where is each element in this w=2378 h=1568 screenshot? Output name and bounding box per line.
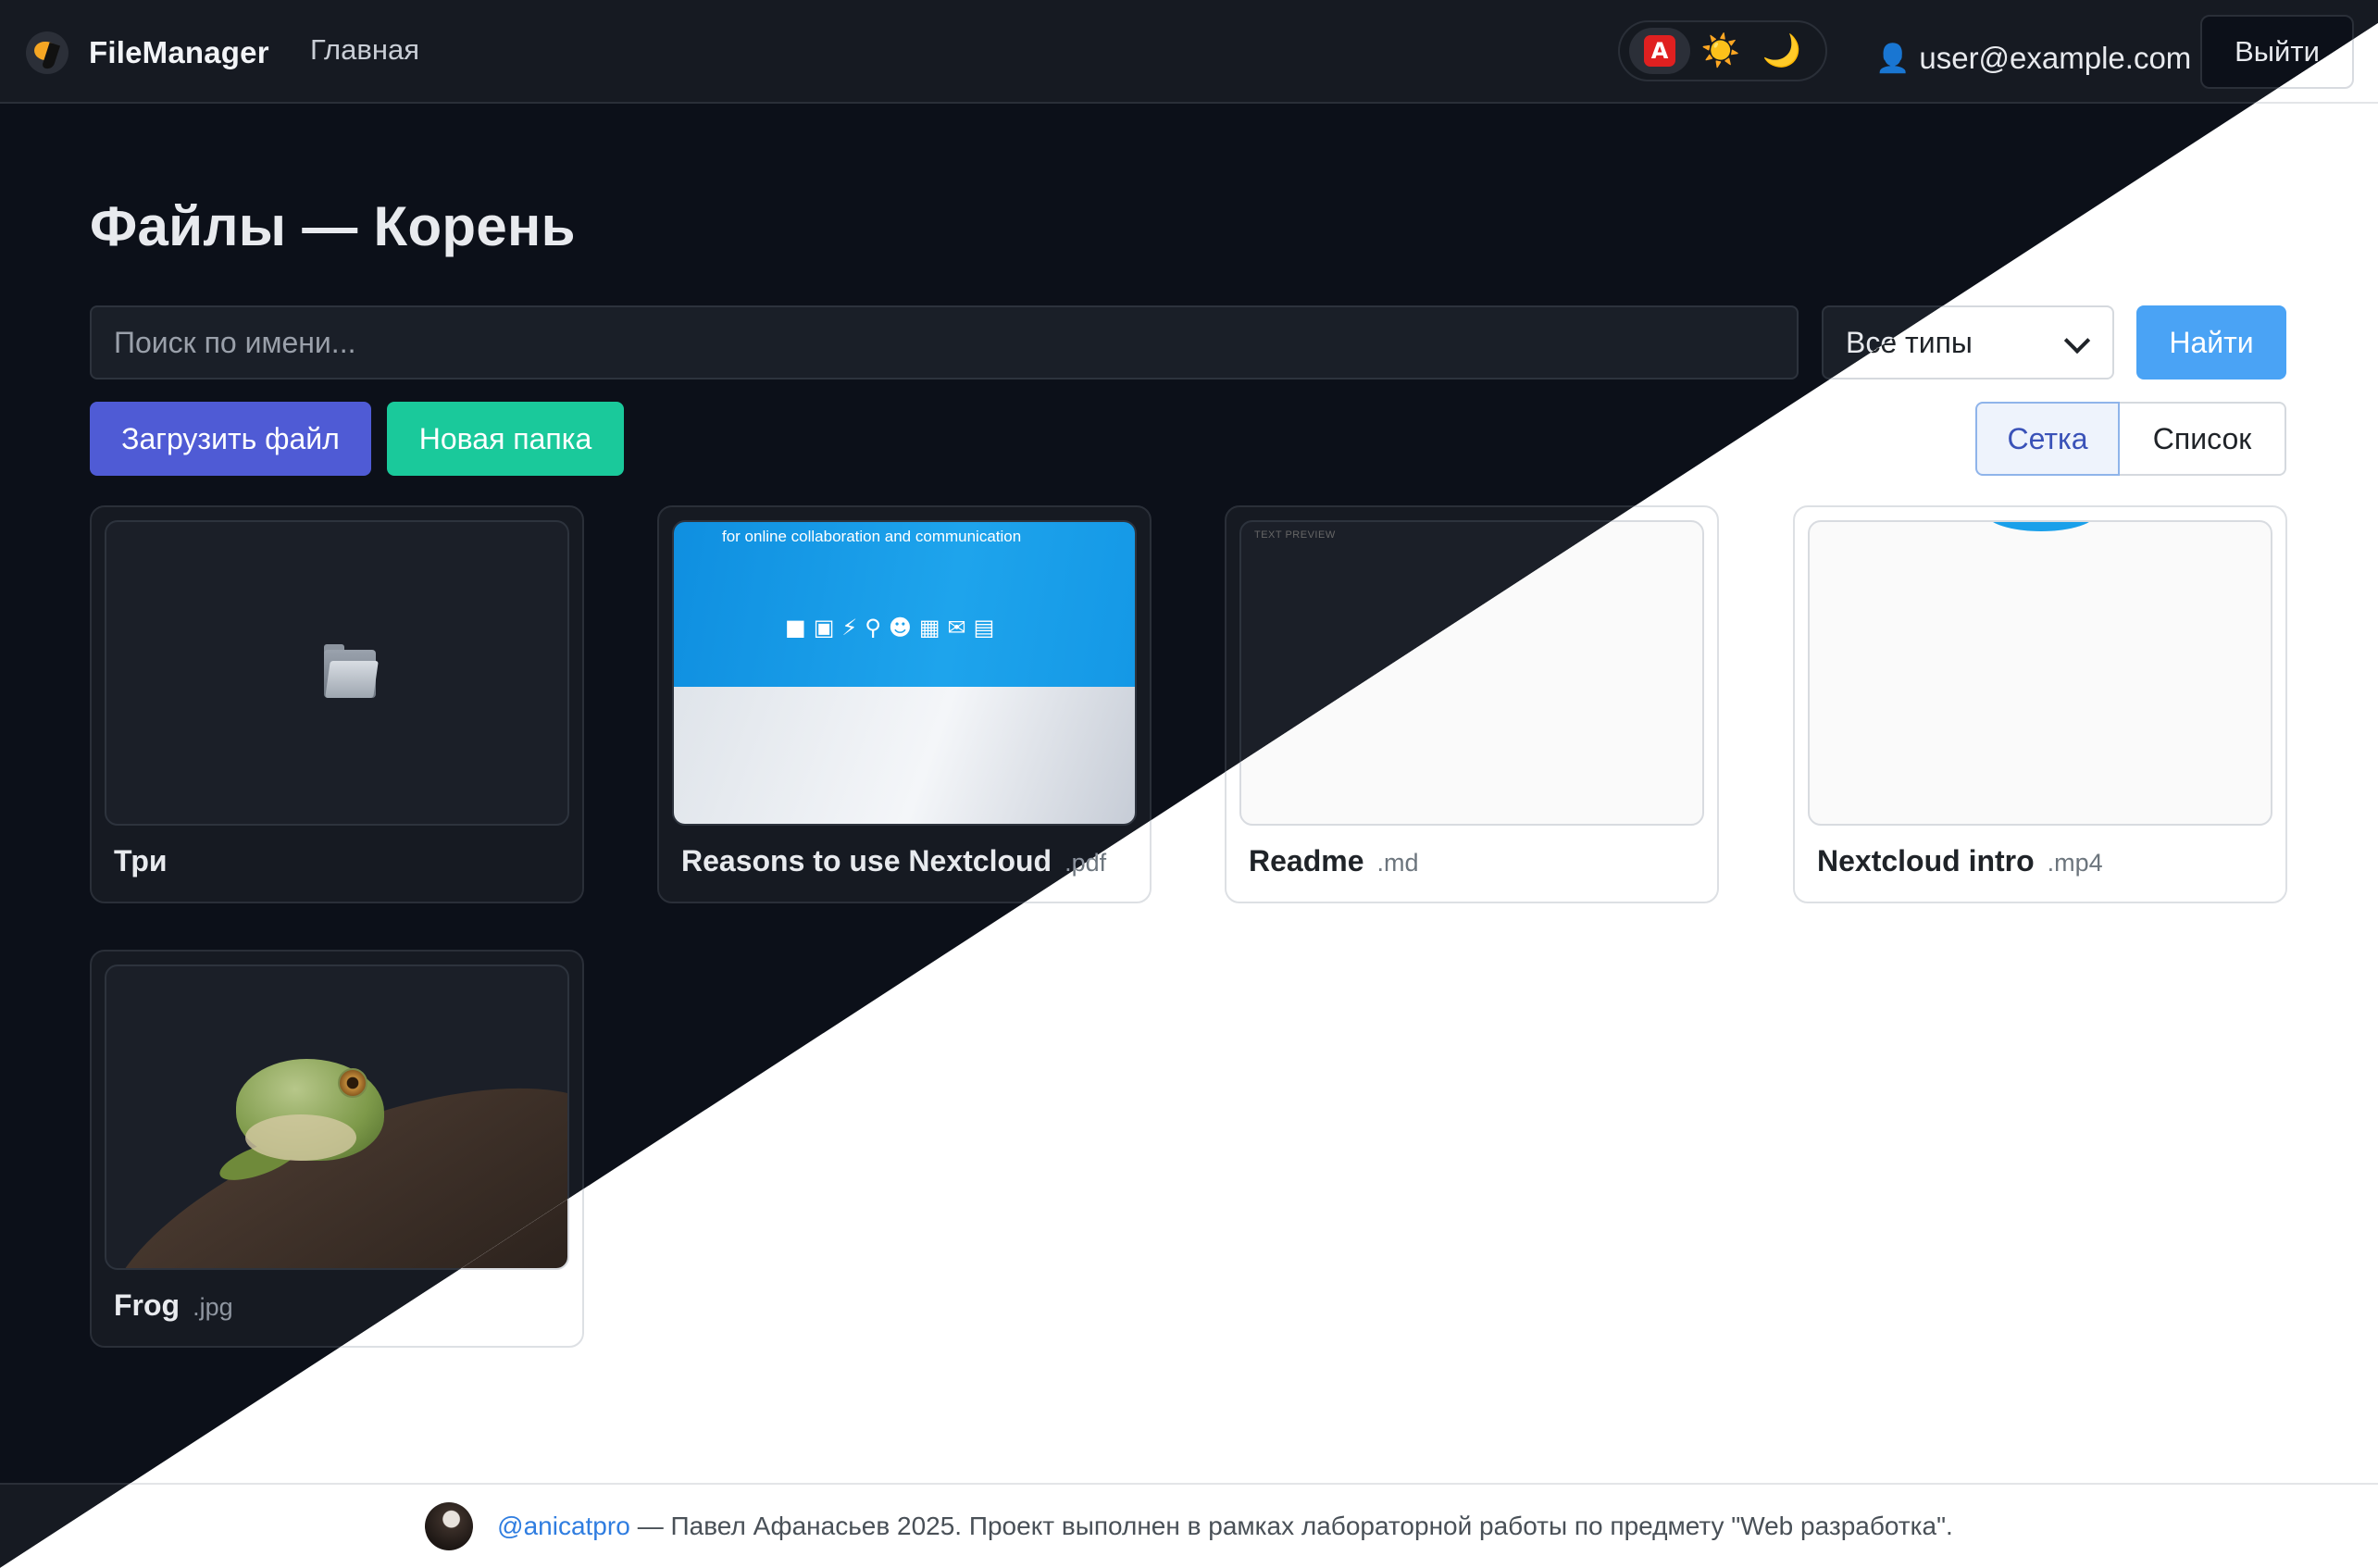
view-grid-button[interactable]: Сетка <box>1975 402 2120 476</box>
file-card-video[interactable]: Nextcloud intro .mp4 <box>1793 505 2287 903</box>
brand-logo-icon <box>26 31 68 74</box>
folder-thumbnail <box>105 520 569 826</box>
text-preview-label: TEXT PREVIEW <box>1254 529 1336 541</box>
file-card-pdf[interactable]: for online collaboration and communicati… <box>657 505 1152 903</box>
find-button[interactable]: Найти <box>2136 305 2286 380</box>
theme-dark-button[interactable]: 🌙 <box>1751 28 1812 74</box>
file-ext: .mp4 <box>2047 849 2103 877</box>
new-folder-button[interactable]: Новая папка <box>387 402 624 476</box>
navbar: FileManager Главная A ☀️ 🌙 👤 user@exampl… <box>0 0 2378 104</box>
file-name: Reasons to use Nextcloud <box>681 844 1052 877</box>
user-icon: 👤 <box>1875 42 1911 75</box>
pdf-preview-text: for online collaboration and communicati… <box>722 528 1022 545</box>
brand-name: FileManager <box>89 35 269 69</box>
pdf-app-icons: ■▣⚡⚲☻▦✉▤ <box>785 615 995 641</box>
file-name: Readme <box>1249 844 1364 877</box>
view-toggle: Сетка Список <box>1975 402 2286 476</box>
moon-icon: 🌙 <box>1762 33 1802 68</box>
auto-theme-icon: A <box>1644 35 1675 67</box>
file-name: Три <box>114 844 168 877</box>
user-email: user@example.com <box>1919 41 2192 75</box>
page-title: Файлы — Корень <box>90 195 576 257</box>
file-card-folder[interactable]: Три <box>90 505 584 903</box>
author-avatar <box>425 1502 474 1550</box>
video-thumbnail <box>1808 520 2272 826</box>
theme-toggle: A ☀️ 🌙 <box>1618 20 1827 81</box>
pdf-thumbnail: for online collaboration and communicati… <box>672 520 1137 826</box>
file-ext: .md <box>1376 849 1419 877</box>
folder-icon <box>324 644 379 698</box>
nav-link-home[interactable]: Главная <box>310 33 419 67</box>
image-thumbnail <box>105 964 569 1270</box>
file-name: Frog <box>114 1288 181 1322</box>
footer: @anicatpro — Павел Афанасьев 2025. Проек… <box>0 1483 2378 1568</box>
file-name: Nextcloud intro <box>1817 844 2035 877</box>
author-link[interactable]: @anicatpro <box>497 1512 630 1541</box>
search-input[interactable] <box>90 305 1799 380</box>
theme-light-button[interactable]: ☀️ <box>1690 28 1751 74</box>
brand[interactable]: FileManager <box>26 28 269 78</box>
theme-auto-button[interactable]: A <box>1629 28 1690 74</box>
chevron-down-icon <box>2063 327 2091 355</box>
upload-file-button[interactable]: Загрузить файл <box>90 402 371 476</box>
user-info: 👤 user@example.com <box>1875 41 2191 76</box>
view-list-button[interactable]: Список <box>2120 402 2286 476</box>
sun-icon: ☀️ <box>1700 33 1741 68</box>
footer-text: — Павел Афанасьев 2025. Проект выполнен … <box>637 1512 1953 1540</box>
file-ext: .jpg <box>193 1293 233 1321</box>
